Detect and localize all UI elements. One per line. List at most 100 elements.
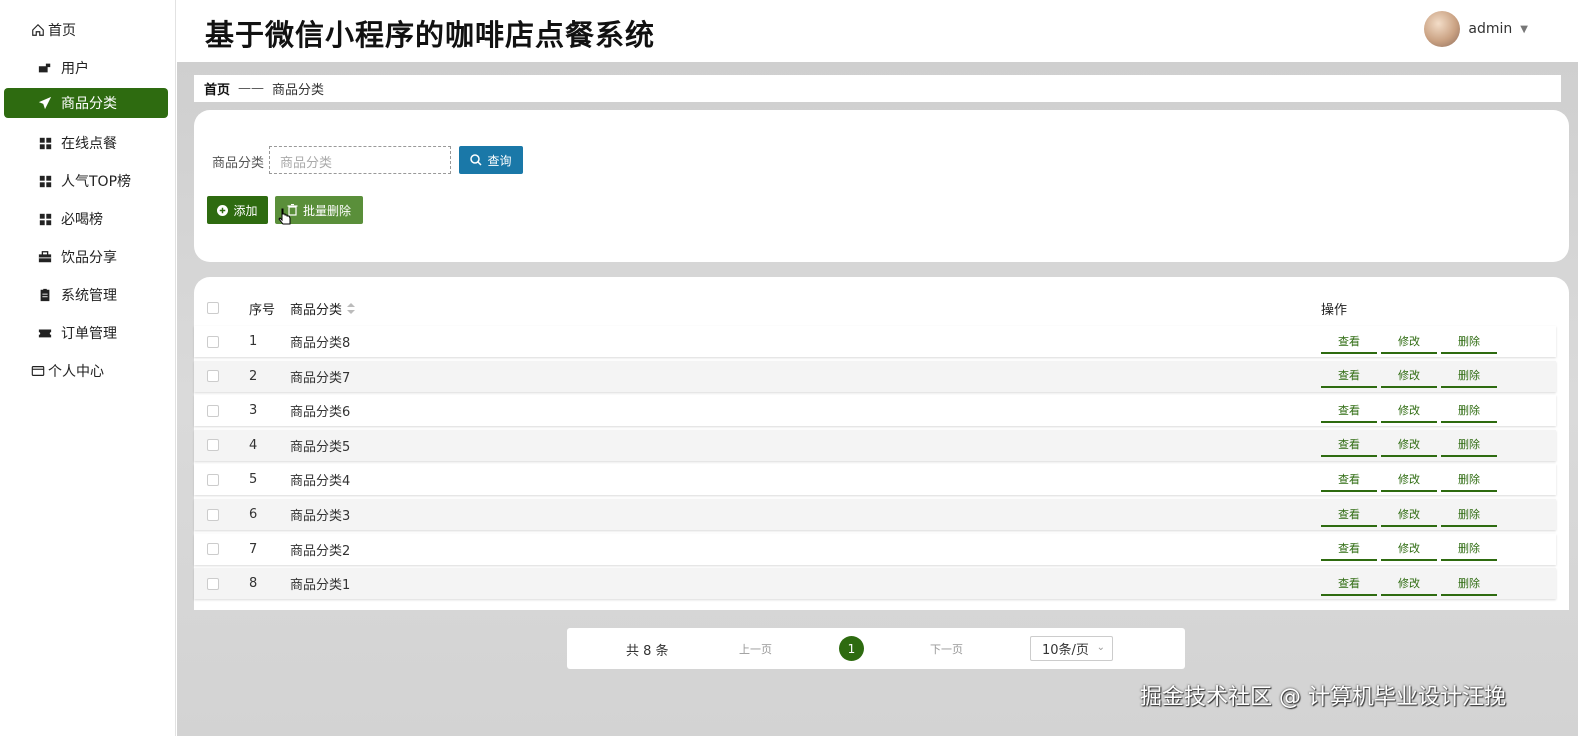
- delete-button[interactable]: 删除: [1441, 572, 1497, 596]
- sidebar-item-3[interactable]: 在线点餐: [4, 128, 168, 158]
- breadcrumb-current: 商品分类: [272, 83, 325, 98]
- row-index: 6: [249, 507, 258, 522]
- delete-button[interactable]: 删除: [1441, 330, 1497, 354]
- view-button[interactable]: 查看: [1321, 399, 1377, 423]
- row-checkbox[interactable]: [207, 439, 219, 452]
- row-checkbox[interactable]: [207, 577, 219, 590]
- edit-button[interactable]: 修改: [1381, 330, 1437, 354]
- row-name: 商品分类6: [290, 405, 351, 421]
- sidebar-item-label: 必喝榜: [61, 212, 103, 228]
- row-checkbox[interactable]: [207, 473, 219, 486]
- edit-button[interactable]: 修改: [1381, 503, 1437, 527]
- prev-page-button[interactable]: 上一页: [739, 641, 772, 657]
- sidebar-item-label: 系统管理: [61, 288, 117, 304]
- page-number-button[interactable]: 1: [839, 636, 864, 661]
- page-size-select[interactable]: 10条/页 ⌄: [1030, 636, 1113, 661]
- delete-button[interactable]: 删除: [1441, 503, 1497, 527]
- sidebar-item-9[interactable]: 个人中心: [4, 356, 168, 386]
- avatar[interactable]: [1424, 11, 1461, 47]
- sidebar-item-6[interactable]: 饮品分享: [4, 242, 168, 272]
- row-index: 2: [249, 368, 258, 384]
- ticket-icon: [37, 325, 53, 341]
- chevron-down-icon: ⌄: [1096, 642, 1105, 653]
- view-button[interactable]: 查看: [1321, 330, 1377, 354]
- sidebar-item-label: 在线点餐: [61, 136, 117, 152]
- row-name: 商品分类5: [290, 439, 351, 455]
- username[interactable]: admin: [1468, 21, 1512, 37]
- sidebar-item-8[interactable]: 订单管理: [4, 318, 168, 348]
- column-header-index: 序号: [249, 302, 276, 318]
- batch-delete-button-label: 批量删除: [302, 203, 351, 218]
- row-index: 5: [249, 472, 258, 488]
- query-button[interactable]: 查询: [459, 146, 523, 174]
- header: 基于微信小程序的咖啡店点餐系统 admin ▼: [177, 0, 1578, 62]
- delete-button[interactable]: 删除: [1441, 433, 1497, 458]
- sidebar-item-1[interactable]: 用户: [4, 53, 168, 83]
- column-header-name[interactable]: 商品分类: [290, 293, 356, 323]
- view-button[interactable]: 查看: [1321, 364, 1377, 389]
- add-button[interactable]: 添加: [207, 196, 268, 224]
- grid-icon: [37, 135, 53, 151]
- table-header: 序号 商品分类 操作: [194, 293, 1569, 323]
- delete-button[interactable]: 删除: [1441, 468, 1497, 492]
- column-header-name-label: 商品分类: [290, 302, 343, 318]
- breadcrumb-home[interactable]: 首页: [204, 79, 230, 98]
- edit-button[interactable]: 修改: [1381, 399, 1437, 423]
- grid-icon: [37, 211, 53, 227]
- query-button-label: 查询: [487, 153, 512, 168]
- breadcrumb-separator: ——: [238, 81, 265, 96]
- delete-button[interactable]: 删除: [1441, 364, 1497, 389]
- view-button[interactable]: 查看: [1321, 468, 1377, 492]
- edit-button[interactable]: 修改: [1381, 364, 1437, 389]
- edit-button[interactable]: 修改: [1381, 468, 1437, 492]
- page-size-value: 10条/页: [1042, 643, 1089, 658]
- next-page-button[interactable]: 下一页: [930, 641, 963, 657]
- search-icon: [470, 154, 483, 166]
- table-row: 7 商品分类2 查看 修改 删除: [194, 533, 1556, 565]
- sidebar-item-2[interactable]: 商品分类: [4, 88, 168, 118]
- sidebar-item-7[interactable]: 系统管理: [4, 280, 168, 310]
- page-title: 基于微信小程序的咖啡店点餐系统: [205, 18, 656, 52]
- row-name: 商品分类1: [290, 578, 351, 594]
- mouse-cursor-icon: [278, 208, 291, 225]
- add-button-label: 添加: [233, 203, 258, 218]
- sidebar-item-4[interactable]: 人气TOP榜: [4, 166, 168, 196]
- sidebar-item-5[interactable]: 必喝榜: [4, 204, 168, 234]
- edit-button[interactable]: 修改: [1381, 433, 1437, 458]
- grid-icon: [37, 173, 53, 189]
- row-index: 7: [249, 541, 258, 557]
- breadcrumb: 首页 —— 商品分类: [194, 75, 1561, 102]
- edit-button[interactable]: 修改: [1381, 572, 1437, 596]
- row-checkbox[interactable]: [207, 370, 219, 383]
- row-checkbox[interactable]: [207, 404, 219, 417]
- user-icon: [37, 60, 53, 76]
- delete-button[interactable]: 删除: [1441, 399, 1497, 423]
- sidebar-item-label: 人气TOP榜: [61, 174, 132, 190]
- sidebar-item-label: 订单管理: [61, 326, 117, 342]
- edit-button[interactable]: 修改: [1381, 537, 1437, 562]
- search-input[interactable]: 商品分类: [269, 146, 451, 174]
- view-button[interactable]: 查看: [1321, 572, 1377, 596]
- user-menu[interactable]: admin ▼: [1424, 11, 1528, 47]
- row-index: 3: [249, 403, 258, 419]
- sidebar: 首页用户商品分类在线点餐人气TOP榜 必喝榜饮品分享系统管理订单管理个人中心: [0, 0, 176, 736]
- app-root: 首页 用户 商品分类 在线点餐 人气TOP榜 必喝榜 饮品分享 系统管理 订单管理 个人中心 基于…: [0, 0, 1578, 736]
- row-name: 商品分类7: [290, 370, 351, 386]
- view-button[interactable]: 查看: [1321, 503, 1377, 527]
- row-name: 商品分类8: [290, 336, 351, 351]
- row-checkbox[interactable]: [207, 543, 219, 556]
- sort-icon[interactable]: [347, 302, 356, 314]
- view-button[interactable]: 查看: [1321, 537, 1377, 562]
- sidebar-item-0[interactable]: 首页: [4, 15, 168, 45]
- row-name: 商品分类3: [290, 509, 351, 524]
- sidebar-item-label: 个人中心: [48, 364, 104, 380]
- row-checkbox[interactable]: [207, 335, 219, 348]
- table-row: 6 商品分类3 查看 修改 删除: [194, 499, 1556, 530]
- row-name: 商品分类4: [290, 474, 351, 490]
- caret-down-icon[interactable]: ▼: [1520, 24, 1528, 35]
- row-checkbox[interactable]: [207, 508, 219, 521]
- select-all-checkbox[interactable]: [207, 302, 219, 314]
- view-button[interactable]: 查看: [1321, 433, 1377, 458]
- delete-button[interactable]: 删除: [1441, 537, 1497, 562]
- table-row: 8 商品分类1 查看 修改 删除: [194, 568, 1556, 600]
